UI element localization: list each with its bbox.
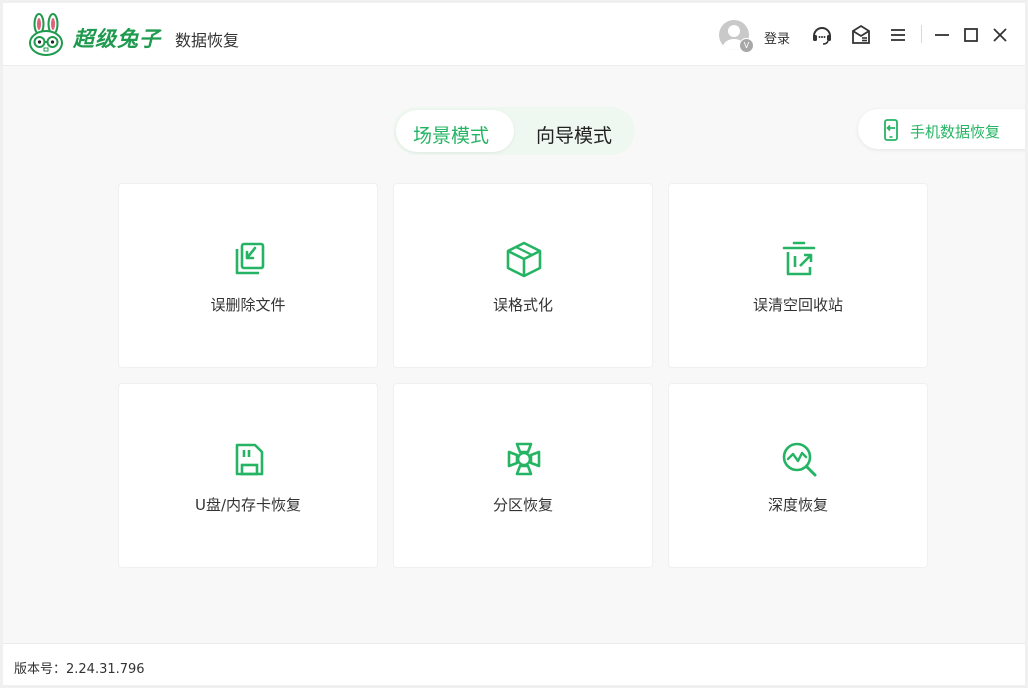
card-label: 分区恢复: [394, 494, 652, 515]
card-label: 深度恢复: [669, 494, 927, 515]
card-label: 误清空回收站: [669, 294, 927, 315]
deleted-file-icon: [229, 239, 269, 279]
card-label: 误格式化: [394, 294, 652, 315]
customer-service-icon[interactable]: [811, 24, 833, 46]
sd-card-icon: [229, 439, 269, 479]
maximize-icon[interactable]: [960, 24, 982, 46]
minimize-icon[interactable]: [931, 24, 953, 46]
titlebar-divider: [921, 25, 922, 43]
login-link[interactable]: 登录: [764, 28, 790, 47]
card-deep-recovery[interactable]: 深度恢复: [668, 383, 928, 568]
phone-transfer-icon: [880, 119, 902, 141]
title-bar: 超级兔子 数据恢复 V 登录: [3, 3, 1025, 66]
card-usb-sd[interactable]: U盘/内存卡恢复: [118, 383, 378, 568]
menu-icon[interactable]: [887, 24, 909, 46]
message-icon[interactable]: [850, 24, 872, 46]
vip-badge: V: [739, 38, 754, 53]
brand-subtitle: 数据恢复: [175, 27, 239, 51]
card-recycle-bin[interactable]: 误清空回收站: [668, 183, 928, 368]
status-bar: 版本号：2.24.31.796: [3, 643, 1025, 685]
deep-scan-icon: [779, 439, 819, 479]
mode-switch: 场景模式 向导模式: [393, 107, 635, 155]
tab-wizard-mode[interactable]: 向导模式: [536, 121, 612, 148]
card-format[interactable]: 误格式化: [393, 183, 653, 368]
card-label: 误删除文件: [119, 294, 377, 315]
close-icon[interactable]: [989, 24, 1011, 46]
version-label: 版本号：2.24.31.796: [14, 658, 145, 677]
tab-scenario-mode[interactable]: 场景模式: [413, 121, 489, 148]
phone-recovery-button[interactable]: 手机数据恢复: [858, 109, 1025, 149]
rabbit-logo-icon: [25, 13, 69, 57]
card-label: U盘/内存卡恢复: [119, 494, 377, 515]
format-cube-icon: [504, 239, 544, 279]
recycle-bin-icon: [779, 239, 819, 279]
app-window: 超级兔子 数据恢复 V 登录: [3, 3, 1025, 685]
brand-name: 超级兔子: [73, 23, 161, 53]
card-partition[interactable]: 分区恢复: [393, 383, 653, 568]
card-deleted-files[interactable]: 误删除文件: [118, 183, 378, 368]
partition-icon: [504, 439, 544, 479]
phone-recovery-label: 手机数据恢复: [910, 121, 1000, 142]
